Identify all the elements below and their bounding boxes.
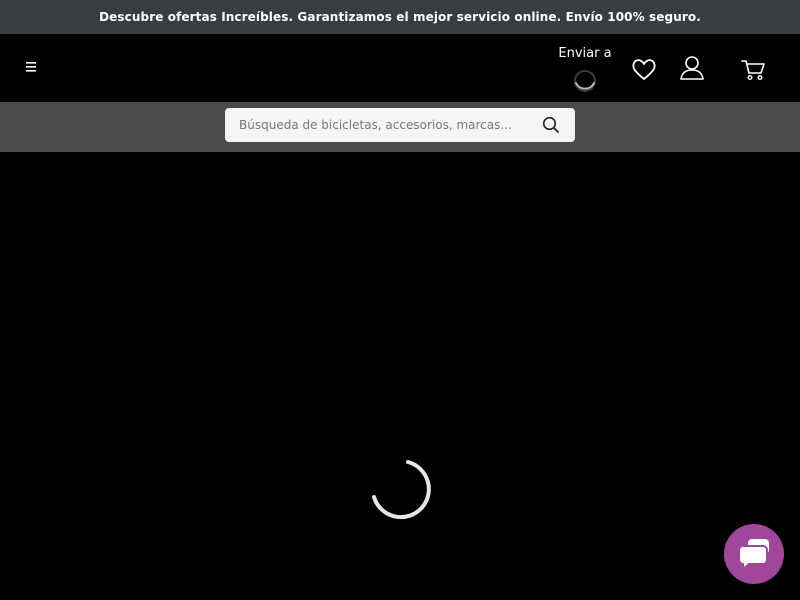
main-content-area — [0, 152, 800, 600]
loading-spinner-icon — [574, 70, 596, 92]
heart-icon[interactable] — [630, 56, 658, 82]
hamburger-menu-icon[interactable] — [22, 56, 42, 78]
site-header: Enviar a — [0, 34, 800, 102]
search-box — [225, 108, 575, 142]
promo-bar: Descubre ofertas Increíbles. Garantizamo… — [0, 0, 800, 34]
cart-icon[interactable] — [740, 58, 766, 82]
chat-button[interactable] — [724, 524, 784, 584]
search-input[interactable] — [225, 108, 535, 142]
search-icon[interactable] — [541, 115, 561, 135]
ship-to-label: Enviar a — [558, 46, 612, 61]
search-bar — [0, 102, 800, 152]
promo-text: Descubre ofertas Increíbles. Garantizamo… — [99, 10, 701, 24]
loading-spinner-icon — [372, 460, 431, 520]
user-icon[interactable] — [678, 54, 706, 82]
ship-to-selector[interactable]: Enviar a — [552, 46, 618, 92]
chat-icon — [738, 539, 769, 572]
